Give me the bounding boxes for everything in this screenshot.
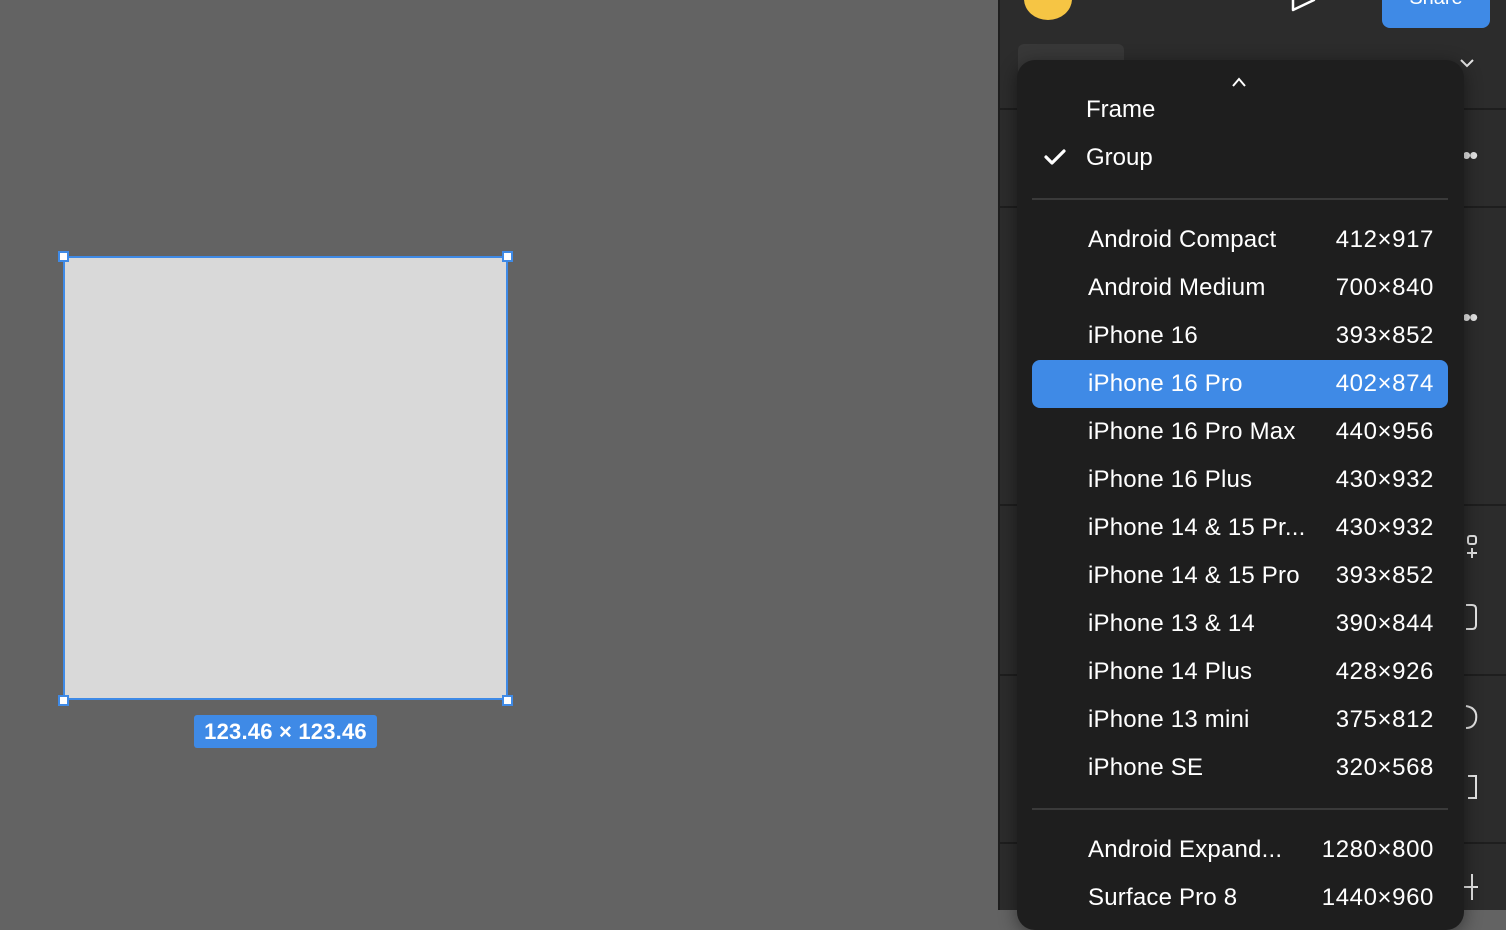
preset-dimensions: 320×568	[1335, 754, 1434, 781]
play-icon[interactable]	[1290, 0, 1318, 12]
preset-name: Surface Pro 8	[1088, 884, 1238, 911]
preset-name: iPhone 13 & 14	[1088, 610, 1255, 637]
avatar-initial: E	[1041, 0, 1054, 5]
resize-handle-bottom-left[interactable]	[58, 695, 69, 706]
preset-name: Android Medium	[1088, 274, 1266, 301]
preset-dimensions: 430×932	[1335, 514, 1434, 541]
preset-item[interactable]: iPhone 14 Plus 428×926	[1032, 648, 1448, 696]
preset-name: iPhone 13 mini	[1088, 706, 1250, 733]
preset-dimensions: 375×812	[1335, 706, 1434, 733]
preset-dimensions: 390×844	[1335, 610, 1434, 637]
frame-preset-dropdown: Frame Group Android Compact 412×917 Andr…	[1017, 60, 1464, 930]
menu-item-label: Frame	[1086, 96, 1156, 123]
preset-item[interactable]: Android Compact 412×917	[1032, 216, 1448, 264]
preset-item[interactable]: iPhone 16 Plus 430×932	[1032, 456, 1448, 504]
menu-item-label: Group	[1086, 144, 1153, 171]
preset-name: iPhone 16 Plus	[1088, 466, 1253, 493]
preset-dimensions: 412×917	[1335, 226, 1434, 253]
preset-item[interactable]: Android Expand... 1280×800	[1032, 826, 1448, 874]
preset-item[interactable]: Surface Pro 8 1440×960	[1032, 874, 1448, 922]
preset-dimensions: 1280×800	[1321, 836, 1434, 863]
menu-item-group[interactable]: Group	[1032, 134, 1448, 182]
preset-name: Android Expand...	[1088, 836, 1283, 863]
menu-separator	[1032, 808, 1448, 810]
resize-handle-top-right[interactable]	[502, 251, 513, 262]
preset-item[interactable]: iPhone SE 320×568	[1032, 744, 1448, 792]
selection-size-badge: 123.46 × 123.46	[194, 715, 377, 748]
preset-name: iPhone 14 & 15 Pr...	[1088, 514, 1306, 541]
share-button-label: Share	[1409, 0, 1462, 9]
selected-rectangle[interactable]	[63, 256, 508, 700]
more-options-icon[interactable]: ••	[1462, 140, 1478, 171]
user-avatar[interactable]: E	[1024, 0, 1072, 20]
preset-name: iPhone 16 Pro Max	[1088, 418, 1296, 445]
preset-item[interactable]: iPhone 13 mini 375×812	[1032, 696, 1448, 744]
resize-handle-top-left[interactable]	[58, 251, 69, 262]
preset-name: iPhone SE	[1088, 754, 1204, 781]
preset-name: iPhone 16 Pro	[1088, 370, 1243, 397]
preset-dimensions: 440×956	[1335, 418, 1434, 445]
preset-name: Android Compact	[1088, 226, 1277, 253]
more-options-icon[interactable]: ••	[1462, 302, 1478, 333]
resize-handle-bottom-right[interactable]	[502, 695, 513, 706]
preset-dimensions: 428×926	[1335, 658, 1434, 685]
preset-item[interactable]: iPhone 14 & 15 Pr... 430×932	[1032, 504, 1448, 552]
design-canvas[interactable]: 123.46 × 123.46	[0, 0, 998, 910]
preset-dimensions: 700×840	[1335, 274, 1434, 301]
preset-item[interactable]: Android Medium 700×840	[1032, 264, 1448, 312]
menu-separator	[1032, 198, 1448, 200]
preset-item[interactable]: iPhone 13 & 14 390×844	[1032, 600, 1448, 648]
preset-name: iPhone 14 & 15 Pro	[1088, 562, 1300, 589]
preset-name: iPhone 14 Plus	[1088, 658, 1253, 685]
preset-dimensions: 393×852	[1335, 562, 1434, 589]
preset-item-selected[interactable]: iPhone 16 Pro 402×874	[1032, 360, 1448, 408]
check-icon	[1044, 149, 1066, 165]
preset-dimensions: 430×932	[1335, 466, 1434, 493]
preset-dimensions: 1440×960	[1321, 884, 1434, 911]
chevron-down-icon[interactable]	[1460, 58, 1474, 68]
preset-item[interactable]: iPhone 16 393×852	[1032, 312, 1448, 360]
preset-dimensions: 393×852	[1335, 322, 1434, 349]
preset-item[interactable]: iPhone 14 & 15 Pro 393×852	[1032, 552, 1448, 600]
menu-item-frame[interactable]: Frame	[1032, 86, 1448, 134]
preset-item[interactable]: iPhone 16 Pro Max 440×956	[1032, 408, 1448, 456]
preset-dimensions: 402×874	[1335, 370, 1434, 397]
preset-name: iPhone 16	[1088, 322, 1198, 349]
share-button[interactable]: Share	[1382, 0, 1490, 28]
